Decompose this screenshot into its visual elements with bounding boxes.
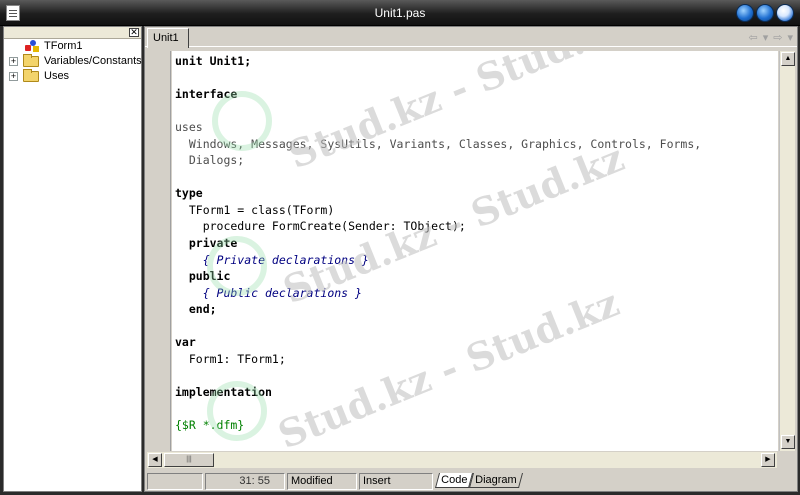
editor-gutter[interactable] <box>147 51 171 451</box>
code-line: public <box>175 269 231 283</box>
code-line: end; <box>175 302 217 316</box>
code-text-area[interactable]: unit Unit1; interface uses Windows, Mess… <box>172 51 778 451</box>
expand-plus-icon[interactable]: + <box>9 57 18 66</box>
tab-unit1[interactable]: Unit1 <box>147 28 189 48</box>
code-line: procedure FormCreate(Sender: TObject); <box>175 219 466 233</box>
code-line: implementation <box>175 385 272 399</box>
tab-code[interactable]: Code <box>434 473 474 488</box>
code-line: TForm1 = class(TForm) <box>175 203 335 217</box>
code-line: uses <box>175 120 203 134</box>
view-tabs: Code Diagram <box>434 473 523 489</box>
tab-diagram-label: Diagram <box>475 474 518 486</box>
tab-diagram[interactable]: Diagram <box>469 473 523 488</box>
back-arrow-icon[interactable]: ⇦ <box>749 31 758 44</box>
watermark-text: Stud.kz - Stud.kz <box>281 51 636 178</box>
modified-status: Modified <box>287 473 357 490</box>
forward-dropdown-icon[interactable]: ▾ <box>787 31 793 44</box>
code-explorer-panel: ✕ TForm1 + Variables/Constants + Uses <box>3 26 142 492</box>
panel-close-icon[interactable]: ✕ <box>129 28 139 37</box>
tree-item-uses[interactable]: + Uses <box>4 69 141 84</box>
scroll-right-icon[interactable]: ▶ <box>761 453 775 467</box>
code-editor: Unit1 ⇦ ▾ ⇨ ▾ unit Unit1; interface uses… <box>144 26 798 492</box>
forward-arrow-icon[interactable]: ⇨ <box>773 31 782 44</box>
code-line: Windows, Messages, SysUtils, Variants, C… <box>175 137 702 151</box>
scroll-left-icon[interactable]: ◀ <box>148 453 162 467</box>
expand-plus-icon[interactable]: + <box>9 72 18 81</box>
code-line: { Public declarations } <box>175 286 362 300</box>
title-bar: Unit1.pas <box>0 0 800 26</box>
code-line: {$R *.dfm} <box>175 418 245 432</box>
code-line: { Private declarations } <box>175 253 369 267</box>
horizontal-scrollbar[interactable]: ◀ ||| ▶ <box>147 452 777 468</box>
tree-item-variables-constants[interactable]: + Variables/Constants <box>4 54 142 69</box>
back-dropdown-icon[interactable]: ▾ <box>763 31 769 44</box>
form-icon <box>25 40 39 53</box>
window-controls <box>736 4 794 22</box>
navigation-arrows: ⇦ ▾ ⇨ ▾ <box>749 31 794 44</box>
close-button[interactable] <box>776 4 794 22</box>
watermark-text: Stud.kz - Stud.kz <box>271 279 626 451</box>
code-line: Form1: TForm1; <box>175 352 286 366</box>
scroll-up-icon[interactable]: ▲ <box>781 52 795 66</box>
maximize-button[interactable] <box>756 4 774 22</box>
vertical-scrollbar[interactable]: ▲ ▼ <box>779 51 795 451</box>
code-line: interface <box>175 87 238 101</box>
code-line: var <box>175 335 196 349</box>
tree-item-label: Variables/Constants <box>44 55 142 67</box>
tree-item-label: TForm1 <box>44 40 83 52</box>
insert-mode-status: Insert <box>359 473 433 490</box>
window-title: Unit1.pas <box>374 6 426 20</box>
scroll-down-icon[interactable]: ▼ <box>781 435 795 449</box>
code-line: type <box>175 186 203 200</box>
code-explorer-header: ✕ <box>4 27 141 39</box>
editor-tab-bar: Unit1 ⇦ ▾ ⇨ ▾ <box>145 27 797 48</box>
folder-icon <box>23 54 39 67</box>
horizontal-scroll-thumb[interactable]: ||| <box>164 453 214 467</box>
status-blank <box>147 473 203 490</box>
tree-item-label: Uses <box>44 70 70 82</box>
tree-item-tform1[interactable]: TForm1 <box>4 39 141 54</box>
code-line: private <box>175 236 238 250</box>
code-line: unit Unit1; <box>175 54 252 68</box>
tab-code-label: Code <box>441 474 468 486</box>
minimize-button[interactable] <box>736 4 754 22</box>
code-line: Dialogs; <box>175 153 245 167</box>
folder-icon <box>23 69 39 82</box>
cursor-position: 31: 55 <box>205 473 285 490</box>
status-bar: 31: 55 Modified Insert Code Diagram <box>145 471 797 491</box>
